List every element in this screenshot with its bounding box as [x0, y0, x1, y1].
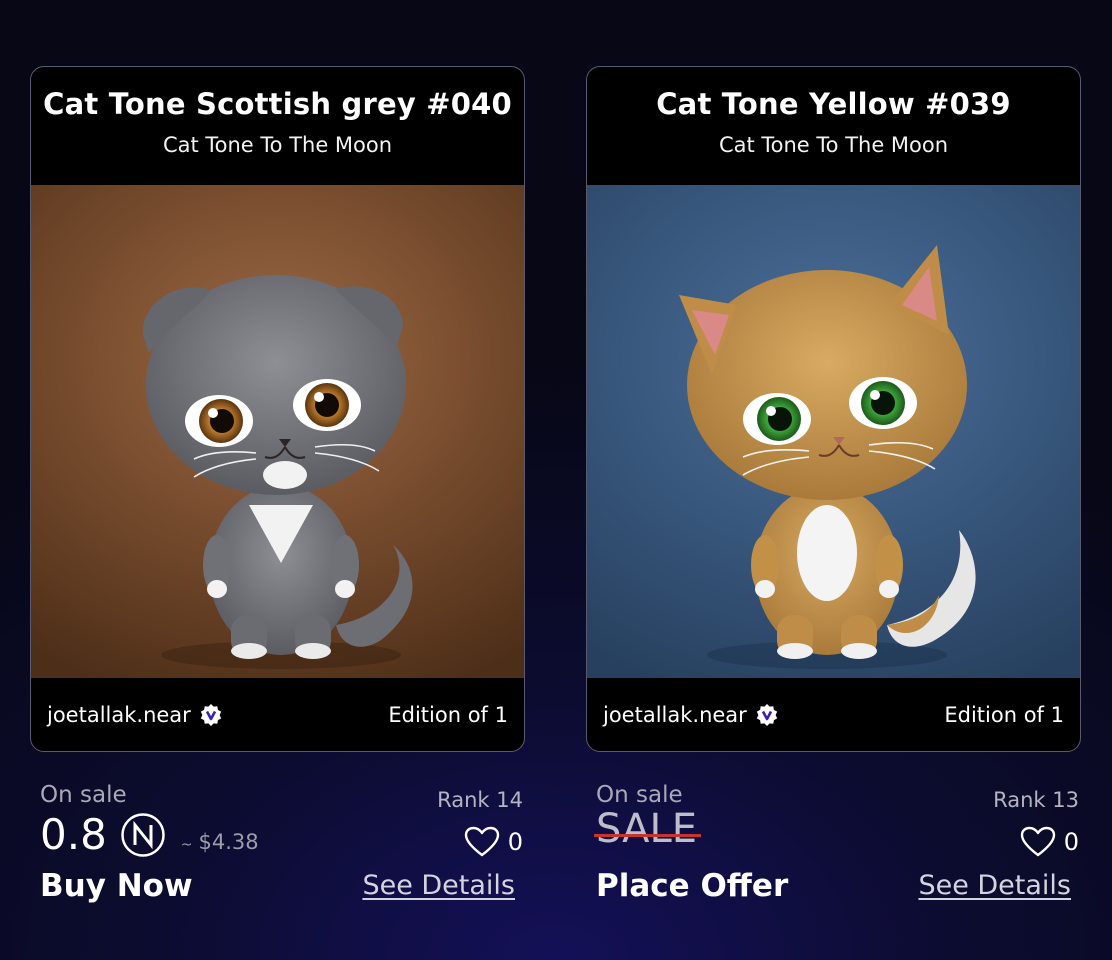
- verified-badge-icon: [756, 704, 778, 726]
- owner-name[interactable]: joetallak.near: [47, 703, 191, 727]
- strike-line: [594, 834, 702, 837]
- price-usd: ~ $4.38: [181, 830, 259, 854]
- like-control[interactable]: 0: [464, 826, 523, 858]
- grey-cat-illustration: [142, 275, 413, 669]
- sale-label: SALE: [596, 806, 698, 852]
- edition-count: Edition of 1: [388, 703, 508, 727]
- sale-info: On sale Rank 13 SALE 0 Place Offer See D…: [586, 782, 1081, 960]
- sale-status: On sale: [596, 782, 683, 808]
- card-footer: joetallak.near Edition of 1: [31, 678, 524, 751]
- see-details-link[interactable]: See Details: [918, 870, 1071, 901]
- collection-name[interactable]: Cat Tone To The Moon: [31, 133, 524, 157]
- heart-icon[interactable]: [464, 826, 500, 858]
- usd-value: $4.38: [198, 829, 259, 854]
- card-footer: joetallak.near Edition of 1: [587, 678, 1080, 751]
- see-details-link[interactable]: See Details: [362, 870, 515, 901]
- card-header: Cat Tone Yellow #039 Cat Tone To The Moo…: [587, 67, 1080, 185]
- yellow-cat-illustration: [679, 245, 976, 669]
- nft-card[interactable]: Cat Tone Yellow #039 Cat Tone To The Moo…: [586, 66, 1081, 752]
- nft-card-yellow: Cat Tone Yellow #039 Cat Tone To The Moo…: [586, 66, 1081, 960]
- nft-image[interactable]: [587, 185, 1080, 678]
- like-count: 0: [507, 828, 523, 856]
- sale-info: On sale Rank 14 0.8 ~ $4.38 0 Buy Now See…: [30, 782, 525, 960]
- sale-strikethrough: SALE: [594, 806, 702, 852]
- nft-card-grey: Cat Tone Scottish grey #040 Cat Tone To …: [30, 66, 525, 960]
- buy-now-button[interactable]: Buy Now: [40, 868, 193, 904]
- like-control[interactable]: 0: [1020, 826, 1079, 858]
- card-header: Cat Tone Scottish grey #040 Cat Tone To …: [31, 67, 524, 185]
- near-currency-icon: [121, 812, 165, 857]
- edition-count: Edition of 1: [944, 703, 1064, 727]
- approx-symbol: ~: [180, 836, 193, 853]
- nft-card[interactable]: Cat Tone Scottish grey #040 Cat Tone To …: [30, 66, 525, 752]
- verified-badge-icon: [200, 704, 222, 726]
- price-value: 0.8: [40, 810, 107, 859]
- nft-image[interactable]: [31, 185, 524, 678]
- place-offer-button[interactable]: Place Offer: [596, 868, 788, 904]
- owner[interactable]: joetallak.near: [603, 703, 779, 727]
- nft-title: Cat Tone Scottish grey #040: [43, 87, 512, 121]
- price-row: 0.8 ~ $4.38: [40, 810, 259, 859]
- nft-title: Cat Tone Yellow #039: [656, 87, 1011, 121]
- rank-label: Rank 14: [437, 788, 523, 812]
- sale-status: On sale: [40, 782, 127, 808]
- owner[interactable]: joetallak.near: [47, 703, 223, 727]
- like-count: 0: [1063, 828, 1079, 856]
- rank-label: Rank 13: [993, 788, 1079, 812]
- owner-name[interactable]: joetallak.near: [603, 703, 747, 727]
- collection-name[interactable]: Cat Tone To The Moon: [587, 133, 1080, 157]
- heart-icon[interactable]: [1020, 826, 1056, 858]
